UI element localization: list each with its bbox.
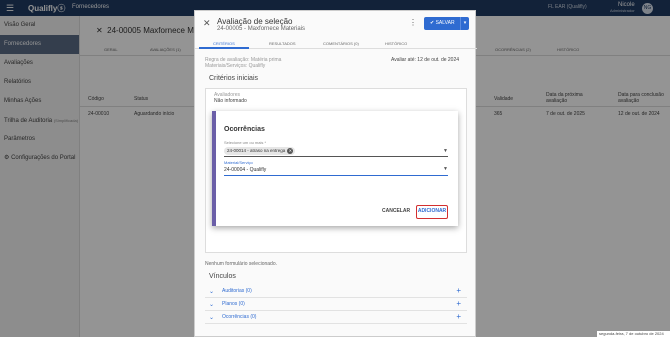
panel-tabs: CRITÉRIOS RESULTADOS COMENTÁRIOS (0) HIS…: [195, 38, 477, 49]
dropdown-arrow-icon[interactable]: ▼: [443, 148, 448, 154]
chip-label: 24-00014 - atraso na entrega: [227, 148, 286, 153]
ocorrencias-select[interactable]: Selecione um ou mais * 24-00014 - atraso…: [224, 140, 448, 157]
cancel-button[interactable]: CANCELAR: [382, 208, 410, 214]
chevron-down-icon: ⌄: [209, 315, 215, 321]
tab-comentarios[interactable]: COMENTÁRIOS (0): [323, 41, 359, 46]
panel-header: ✕ Avaliação de seleção 24-00005 - Maxfor…: [195, 11, 477, 37]
save-label: SALVAR: [435, 20, 455, 26]
active-tab-indicator: [199, 47, 249, 49]
tab-criterios[interactable]: CRITÉRIOS: [213, 41, 235, 46]
materiais-text: Materiais/Serviços: Qualifly: [205, 63, 266, 69]
vinculo-label: Auditorias (0): [222, 288, 252, 294]
save-button[interactable]: ✔ SALVAR ▾: [424, 17, 469, 30]
dropdown-arrow-icon[interactable]: ▼: [443, 166, 448, 172]
vinculo-planos[interactable]: ⌄ Planos (0) +: [205, 299, 467, 311]
dialog-title: Ocorrências: [224, 126, 265, 133]
chevron-down-icon[interactable]: ▾: [460, 17, 469, 30]
save-icon: ✔: [430, 20, 435, 26]
field-value: 24-00004 - Qualifly: [224, 167, 267, 173]
material-servico-select[interactable]: Material/Serviço 24-00004 - Qualifly ▼: [224, 160, 448, 176]
selected-chip: 24-00014 - atraso na entrega ✕: [224, 147, 296, 155]
ocorrencias-dialog: Ocorrências Selecione um ou mais * 24-00…: [212, 111, 458, 226]
add-icon[interactable]: +: [456, 286, 461, 295]
field-label: Selecione um ou mais *: [224, 140, 267, 145]
nenhum-formulario: Nenhum formulário selecionado.: [205, 261, 277, 267]
add-button[interactable]: ADICIONAR: [416, 205, 448, 219]
panel-subtitle: 24-00005 - Maxfornece Materiais: [217, 26, 306, 32]
tab-historico[interactable]: HISTÓRICO: [385, 41, 407, 46]
vinculo-ocorrencias[interactable]: ⌄ Ocorrências (0) +: [205, 312, 467, 324]
more-options-icon[interactable]: ⋮: [409, 18, 417, 27]
avaliar-ate: Avaliar até: 12 de out. de 2024: [391, 57, 460, 63]
regra-avaliacao: Regra de avaliação: Matéria prima Materi…: [205, 57, 281, 69]
chevron-down-icon: ⌄: [209, 302, 215, 308]
chevron-down-icon: ⌄: [209, 289, 215, 295]
avaliadores-value: Não informado: [214, 98, 247, 104]
vinculo-label: Ocorrências (0): [222, 314, 257, 320]
vinculos-title: Vínculos: [209, 273, 236, 280]
remove-chip-icon[interactable]: ✕: [287, 148, 294, 154]
add-icon[interactable]: +: [456, 312, 461, 321]
status-datetime: segunda-feira, 7 de outubro de 2024: [597, 331, 670, 337]
vinculo-auditorias[interactable]: ⌄ Auditorias (0) +: [205, 286, 467, 298]
vinculo-label: Planos (0): [222, 301, 245, 307]
add-icon[interactable]: +: [456, 299, 461, 308]
criterios-title: Critérios iniciais: [209, 75, 259, 82]
panel-title: Avaliação de seleção: [217, 17, 293, 26]
close-icon[interactable]: ✕: [203, 18, 211, 29]
field-label: Material/Serviço: [224, 160, 253, 165]
tab-resultados[interactable]: RESULTADOS: [269, 41, 296, 46]
